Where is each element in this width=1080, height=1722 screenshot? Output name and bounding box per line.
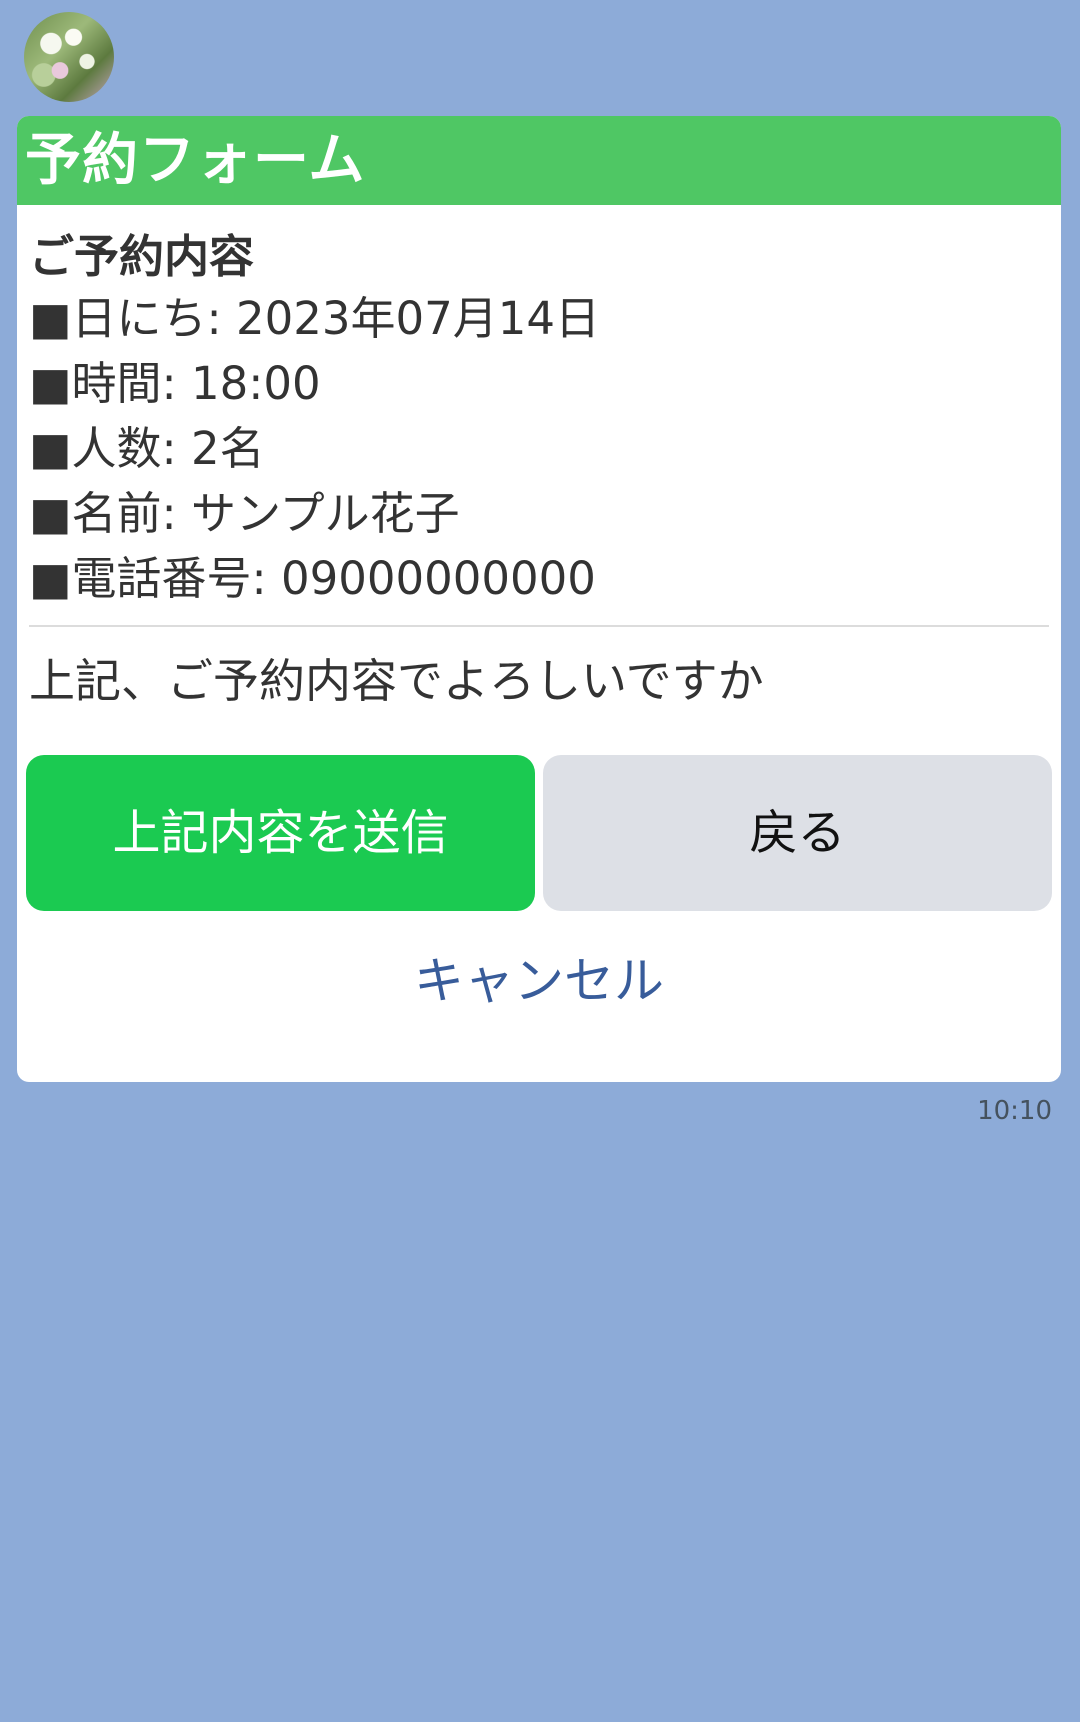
detail-party-size: ■人数: 2名 bbox=[29, 422, 265, 475]
reservation-form-card: 予約フォーム ご予約内容 ■日にち: 2023年07月14日 ■時間: 18:0… bbox=[17, 116, 1061, 1082]
section-title: ご予約内容 bbox=[29, 230, 255, 283]
detail-date: ■日にち: 2023年07月14日 bbox=[29, 292, 601, 345]
form-body: ご予約内容 ■日にち: 2023年07月14日 ■時間: 18:00 ■人数: … bbox=[17, 205, 1061, 711]
detail-time: ■時間: 18:00 bbox=[29, 357, 321, 410]
detail-name: ■名前: サンプル花子 bbox=[29, 487, 460, 540]
message-timestamp: 10:10 bbox=[977, 1096, 1052, 1126]
action-buttons: 上記内容を送信 戻る bbox=[26, 755, 1052, 911]
back-button[interactable]: 戻る bbox=[543, 755, 1052, 911]
form-title: 予約フォーム bbox=[17, 116, 1061, 205]
confirm-question: 上記、ご予約内容でよろしいですか bbox=[29, 654, 764, 708]
submit-button[interactable]: 上記内容を送信 bbox=[26, 755, 535, 911]
cancel-link[interactable]: キャンセル bbox=[17, 946, 1061, 1016]
detail-phone: ■電話番号: 09000000000 bbox=[29, 552, 596, 605]
sender-avatar[interactable] bbox=[24, 12, 114, 102]
divider bbox=[29, 625, 1049, 627]
